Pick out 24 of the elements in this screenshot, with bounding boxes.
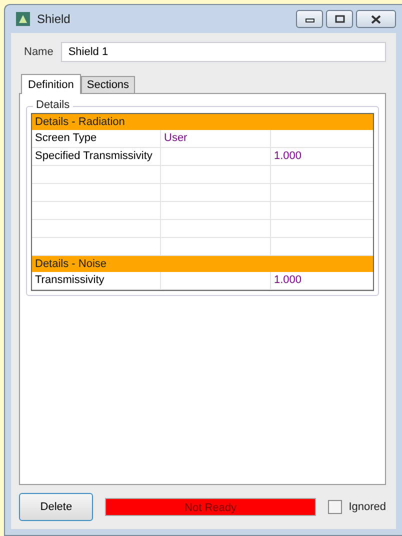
name-label: Name <box>23 46 54 58</box>
property-value: 1.000 <box>274 274 302 286</box>
close-button[interactable] <box>356 10 396 28</box>
status-bar: Not Ready <box>105 498 316 516</box>
property-name: Screen Type <box>35 132 97 144</box>
app-icon <box>15 11 31 27</box>
minimize-button[interactable] <box>296 10 323 28</box>
tab[interactable]: Sections <box>80 76 136 93</box>
property-value: User <box>164 132 188 144</box>
property-name: Specified Transmissivity <box>35 150 152 162</box>
property-name: Transmissivity <box>35 274 104 286</box>
property-value: 1.000 <box>274 150 302 162</box>
delete-button[interactable]: Delete <box>19 493 94 521</box>
close-icon <box>370 14 382 24</box>
window-title: Shield <box>37 12 70 26</box>
section-header: Details - Noise <box>32 256 373 272</box>
maximize-button[interactable] <box>326 10 353 28</box>
group-title: Details <box>33 99 73 111</box>
section-header: Details - Radiation <box>32 114 373 130</box>
name-field[interactable]: Shield 1 <box>61 42 386 62</box>
maximize-icon <box>334 15 344 23</box>
checkbox[interactable] <box>328 500 342 514</box>
checkbox-label: Ignored <box>348 501 386 513</box>
tab[interactable]: Definition <box>21 74 81 94</box>
